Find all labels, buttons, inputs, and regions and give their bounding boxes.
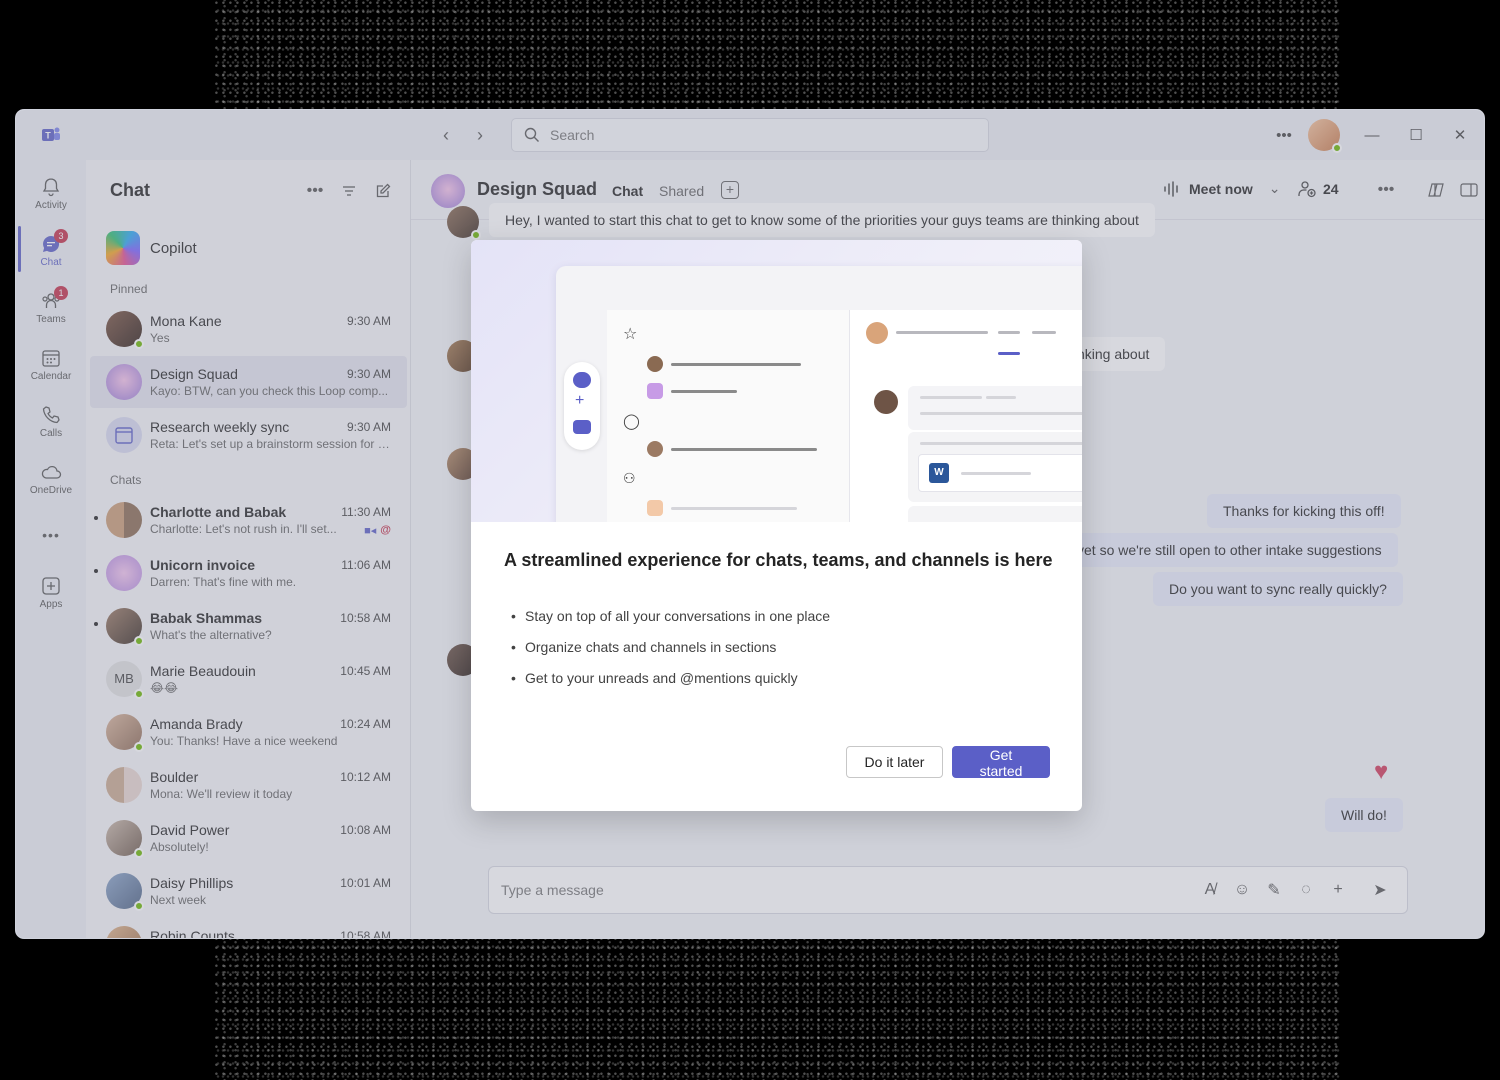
avatar [866, 322, 888, 344]
star-icon: ☆ [623, 326, 638, 343]
active-tab-indicator [998, 352, 1020, 355]
chat-icon [573, 372, 591, 388]
avatar [647, 383, 663, 399]
avatar [647, 356, 663, 372]
illustration-rail: + [564, 362, 600, 450]
placeholder-line [671, 390, 737, 393]
dialog-title: A streamlined experience for chats, team… [504, 550, 1053, 570]
do-it-later-button[interactable]: Do it later [846, 746, 943, 778]
placeholder-line [986, 396, 1016, 399]
avatar [647, 441, 663, 457]
teams-icon: ⚇ [623, 470, 636, 486]
illustration-window: + ☆ ◯ ⚇ W [556, 266, 1082, 522]
teams-window: T ‹ › ••• — ☐ ✕ Activity [16, 110, 1484, 938]
illustration-chat: W [849, 310, 1082, 522]
placeholder-line [896, 331, 988, 334]
get-started-button[interactable]: Get started [952, 746, 1050, 779]
placeholder-line [671, 363, 801, 366]
placeholder-line [920, 396, 982, 399]
placeholder-line [961, 472, 1031, 475]
placeholder-line [671, 448, 817, 451]
dialog-feature-list: Stay on top of all your conversations in… [511, 608, 830, 701]
placeholder-card [908, 506, 1082, 522]
file-attachment: W [918, 454, 1082, 492]
placeholder-card: W [908, 432, 1082, 502]
placeholder-card [908, 386, 1082, 430]
feature-item: Get to your unreads and @mentions quickl… [511, 670, 830, 701]
teams-icon [573, 420, 591, 434]
illustration-list: ☆ ◯ ⚇ [607, 310, 849, 522]
placeholder-line [1032, 331, 1056, 334]
new-experience-dialog: + ☆ ◯ ⚇ W A streamlined experience for c… [471, 240, 1082, 811]
avatar [647, 500, 663, 516]
feature-item: Organize chats and channels in sections [511, 639, 830, 670]
placeholder-line [920, 442, 1082, 445]
dialog-illustration: + ☆ ◯ ⚇ W [471, 240, 1082, 522]
placeholder-line [671, 507, 797, 510]
avatar [874, 390, 898, 414]
word-file-icon: W [929, 463, 949, 483]
placeholder-line [998, 331, 1020, 334]
plus-icon: + [575, 392, 585, 409]
placeholder-line [920, 412, 1082, 415]
chat-bubble-icon: ◯ [623, 413, 640, 430]
feature-item: Stay on top of all your conversations in… [511, 608, 830, 639]
